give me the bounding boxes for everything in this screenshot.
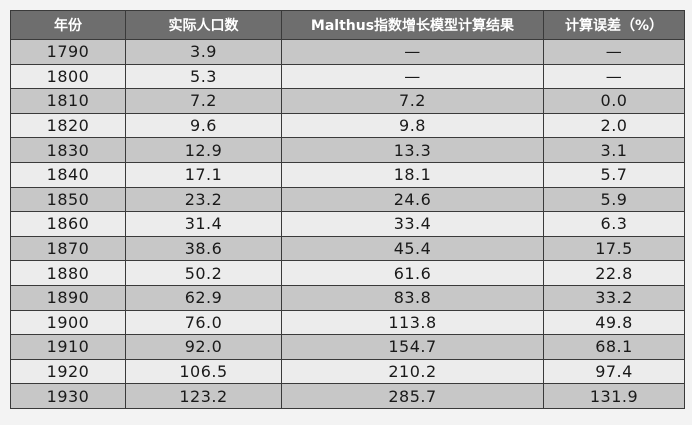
cell-year: 1900: [10, 309, 126, 336]
cell-actual-population: 38.6: [125, 235, 282, 262]
table-row: 1810 7.2 7.2 0.0: [10, 88, 685, 114]
cell-error-percent: 5.7: [543, 161, 685, 188]
cell-year: 1860: [10, 211, 126, 237]
table-header: 年份 实际人口数 Malthus指数增长模型计算结果 计算误差（%）: [10, 10, 685, 40]
cell-actual-population: 9.6: [125, 112, 282, 139]
cell-malthus-result: 24.6: [281, 186, 544, 213]
table-body: 1790 3.9— —1800 5.3— —1810 7.2 7.2 0.0 1820 9.6 9.…: [10, 39, 685, 409]
table-row: 1840 17.1 18.1 5.7: [10, 161, 685, 188]
table-row: 1870 38.6 45.4 17.5: [10, 235, 685, 262]
cell-malthus-result: 18.1: [281, 161, 544, 188]
cell-malthus-result: 45.4: [281, 235, 544, 262]
cell-error-percent: —: [543, 39, 685, 65]
cell-malthus-result: —: [281, 63, 544, 90]
table-row: 1930 123.2 285.7 131.9: [10, 383, 685, 409]
cell-error-percent: 2.0: [543, 112, 685, 139]
cell-year: 1930: [10, 383, 126, 409]
cell-actual-population: 17.1: [125, 161, 282, 188]
cell-error-percent: —: [543, 63, 685, 90]
header-year: 年份: [10, 10, 126, 40]
cell-malthus-result: 13.3: [281, 137, 544, 163]
population-table: 年份 实际人口数 Malthus指数增长模型计算结果 计算误差（%） 1790 3…: [10, 10, 685, 409]
cell-malthus-result: 83.8: [281, 284, 544, 311]
cell-error-percent: 22.8: [543, 260, 685, 286]
table-row: 1860 31.4 33.4 6.3: [10, 211, 685, 237]
cell-error-percent: 3.1: [543, 137, 685, 163]
cell-malthus-result: 210.2: [281, 358, 544, 385]
cell-year: 1850: [10, 186, 126, 213]
cell-year: 1910: [10, 334, 126, 360]
table-row: 1910 92.0 154.7 68.1: [10, 334, 685, 360]
cell-error-percent: 6.3: [543, 211, 685, 237]
cell-malthus-result: 113.8: [281, 309, 544, 336]
cell-year: 1800: [10, 63, 126, 90]
cell-year: 1830: [10, 137, 126, 163]
table-row: 1900 76.0 113.8 49.8: [10, 309, 685, 336]
cell-year: 1810: [10, 88, 126, 114]
cell-error-percent: 68.1: [543, 334, 685, 360]
cell-error-percent: 131.9: [543, 383, 685, 409]
table-row: 1830 12.9 13.3 3.1: [10, 137, 685, 163]
cell-actual-population: 62.9: [125, 284, 282, 311]
cell-malthus-result: 9.8: [281, 112, 544, 139]
cell-error-percent: 97.4: [543, 358, 685, 385]
cell-error-percent: 17.5: [543, 235, 685, 262]
cell-actual-population: 31.4: [125, 211, 282, 237]
cell-error-percent: 0.0: [543, 88, 685, 114]
cell-actual-population: 3.9: [125, 39, 282, 65]
cell-actual-population: 76.0: [125, 309, 282, 336]
cell-actual-population: 23.2: [125, 186, 282, 213]
table-row: 1920 106.5 210.2 97.4: [10, 358, 685, 385]
cell-year: 1880: [10, 260, 126, 286]
cell-actual-population: 123.2: [125, 383, 282, 409]
cell-malthus-result: 33.4: [281, 211, 544, 237]
header-row: 年份 实际人口数 Malthus指数增长模型计算结果 计算误差（%）: [10, 10, 685, 40]
cell-actual-population: 50.2: [125, 260, 282, 286]
cell-malthus-result: 285.7: [281, 383, 544, 409]
cell-year: 1870: [10, 235, 126, 262]
cell-actual-population: 7.2: [125, 88, 282, 114]
cell-actual-population: 92.0: [125, 334, 282, 360]
table-row: 1790 3.9— —: [10, 39, 685, 65]
cell-year: 1790: [10, 39, 126, 65]
cell-year: 1920: [10, 358, 126, 385]
table-row: 1880 50.2 61.6 22.8: [10, 260, 685, 286]
table-row: 1850 23.2 24.6 5.9: [10, 186, 685, 213]
population-table-container: 年份 实际人口数 Malthus指数增长模型计算结果 计算误差（%） 1790 3…: [10, 10, 685, 409]
cell-malthus-result: —: [281, 39, 544, 65]
cell-year: 1840: [10, 161, 126, 188]
table-row: 1800 5.3— —: [10, 63, 685, 90]
cell-error-percent: 49.8: [543, 309, 685, 336]
header-error-percent: 计算误差（%）: [543, 10, 685, 40]
cell-error-percent: 33.2: [543, 284, 685, 311]
cell-actual-population: 106.5: [125, 358, 282, 385]
cell-actual-population: 12.9: [125, 137, 282, 163]
table-row: 1820 9.6 9.8 2.0: [10, 112, 685, 139]
header-actual-population: 实际人口数: [125, 10, 282, 40]
cell-malthus-result: 154.7: [281, 334, 544, 360]
cell-year: 1820: [10, 112, 126, 139]
cell-malthus-result: 7.2: [281, 88, 544, 114]
cell-malthus-result: 61.6: [281, 260, 544, 286]
table-row: 1890 62.9 83.8 33.2: [10, 284, 685, 311]
header-malthus-result: Malthus指数增长模型计算结果: [281, 10, 544, 40]
cell-error-percent: 5.9: [543, 186, 685, 213]
cell-year: 1890: [10, 284, 126, 311]
cell-actual-population: 5.3: [125, 63, 282, 90]
